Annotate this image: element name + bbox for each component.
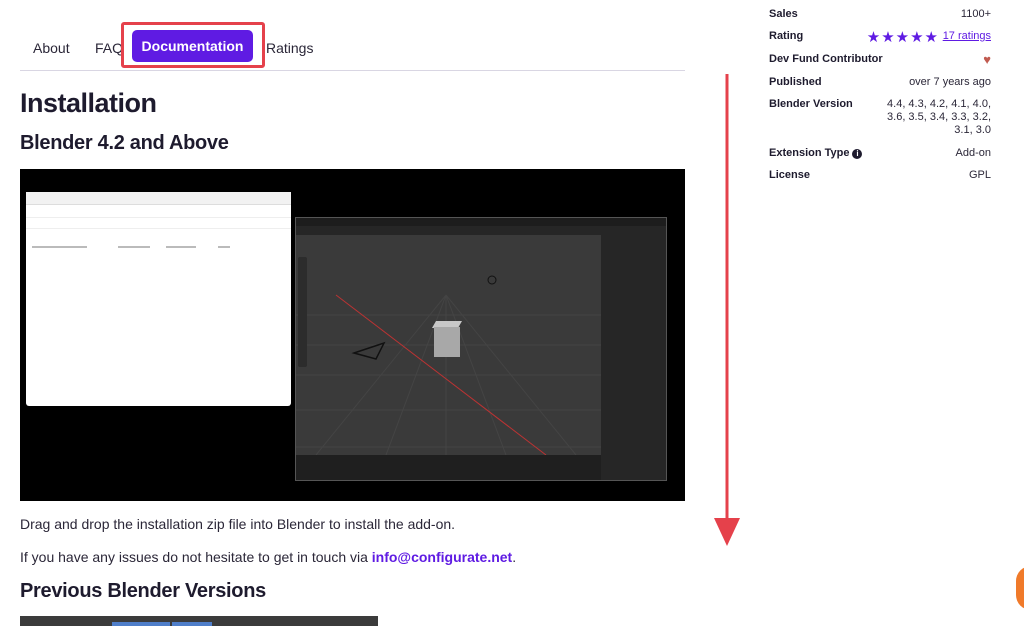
ratings-count-link[interactable]: 17 ratings bbox=[943, 30, 991, 42]
rating-label: Rating bbox=[769, 30, 804, 42]
page-title: Installation bbox=[20, 88, 157, 118]
extension-type-value: Add-on bbox=[955, 147, 991, 159]
contact-email-link[interactable]: info@configurate.net bbox=[372, 549, 512, 565]
contact-suffix: . bbox=[512, 549, 517, 565]
published-label: Published bbox=[769, 76, 822, 88]
dev-fund-label: Dev Fund Contributor bbox=[769, 53, 883, 65]
tab-bar: About FAQ Documentation Ratings bbox=[20, 26, 685, 71]
extension-type-label: Extension Type i bbox=[769, 147, 863, 159]
contact-paragraph: If you have any issues do not hesitate t… bbox=[20, 549, 516, 565]
blender-version-value: 4.4, 4.3, 4.2, 4.1, 4.0, 3.6, 3.5, 3.4, … bbox=[887, 98, 991, 136]
sales-label: Sales bbox=[769, 8, 798, 20]
scroll-down-arrow-icon bbox=[714, 74, 740, 546]
heart-icon: ♥ bbox=[983, 52, 991, 67]
tab-faq[interactable]: FAQ bbox=[95, 40, 123, 56]
blender-window bbox=[295, 217, 667, 481]
license-link[interactable]: GPL bbox=[969, 169, 991, 181]
tab-documentation[interactable]: Documentation bbox=[132, 30, 253, 62]
tab-about[interactable]: About bbox=[33, 40, 70, 56]
contact-text: If you have any issues do not hesitate t… bbox=[20, 549, 372, 565]
published-value: over 7 years ago bbox=[909, 76, 991, 88]
previous-versions-screenshot bbox=[20, 616, 378, 626]
info-icon[interactable]: i bbox=[852, 149, 863, 159]
file-manager-window bbox=[26, 192, 291, 406]
extension-type-text: Extension Type bbox=[769, 147, 850, 159]
blender-version-label: Blender Version bbox=[769, 98, 853, 110]
drag-drop-instruction: Drag and drop the installation zip file … bbox=[20, 516, 456, 532]
section-heading-previous-versions: Previous Blender Versions bbox=[20, 580, 266, 602]
license-label: License bbox=[769, 169, 810, 181]
tab-ratings[interactable]: Ratings bbox=[266, 40, 313, 56]
chat-widget-button[interactable] bbox=[1016, 566, 1024, 610]
star-rating-icon: ★★★★★ bbox=[866, 29, 939, 46]
sales-value: 1100+ bbox=[960, 8, 991, 20]
installation-screenshot bbox=[20, 169, 685, 501]
section-heading-blender-42: Blender 4.2 and Above bbox=[20, 132, 229, 154]
